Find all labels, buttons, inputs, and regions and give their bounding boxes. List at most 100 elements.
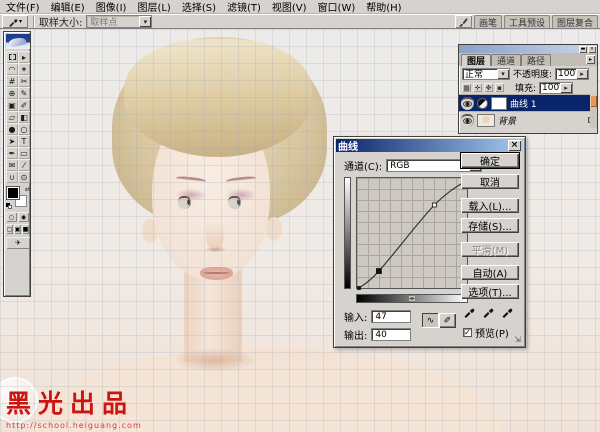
menu-edit[interactable]: 编辑(E) bbox=[51, 0, 85, 14]
fullscreen-button[interactable]: ■ bbox=[22, 224, 29, 234]
menu-file[interactable]: 文件(F) bbox=[6, 0, 40, 14]
tool-gradient[interactable]: ◧ bbox=[18, 111, 30, 123]
menu-image[interactable]: 图像(I) bbox=[96, 0, 127, 14]
lock-position-icon[interactable]: ✥ bbox=[484, 83, 493, 92]
cancel-button[interactable]: 取消 bbox=[461, 174, 519, 189]
tool-history-brush[interactable]: ✐ bbox=[18, 99, 30, 111]
lock-all-icon[interactable]: ▪ bbox=[495, 83, 504, 92]
channel-value: RGB bbox=[390, 161, 409, 171]
pencil-curve-tool-icon[interactable]: ✐ bbox=[439, 313, 456, 328]
sample-size-select[interactable]: 取样点 ▾ bbox=[86, 15, 152, 28]
portrait-eye bbox=[178, 196, 191, 209]
menu-layer[interactable]: 图层(L) bbox=[137, 0, 170, 14]
tool-hand[interactable]: ∪ bbox=[6, 171, 18, 183]
dialog-resize-grip-icon[interactable]: ⇲ bbox=[514, 335, 521, 344]
layers-panel-titlebar[interactable]: ▬ × bbox=[459, 45, 597, 53]
portrait-fringe-hair bbox=[124, 39, 312, 157]
lock-transparency-icon[interactable]: ▦ bbox=[462, 83, 471, 92]
default-colors-icon[interactable] bbox=[6, 203, 13, 210]
tool-clone-stamp[interactable]: ▣ bbox=[6, 99, 18, 111]
photoshop-feather-logo[interactable] bbox=[6, 34, 30, 49]
close-icon[interactable]: × bbox=[508, 140, 521, 151]
background-layer-thumbnail[interactable] bbox=[477, 114, 495, 127]
tool-notes[interactable]: ✉ bbox=[6, 159, 18, 171]
save-button[interactable]: 存储(S)... bbox=[461, 218, 519, 233]
tool-path-selection[interactable]: ➤ bbox=[6, 135, 18, 147]
tool-preset-picker[interactable]: ▾ bbox=[2, 15, 28, 28]
opacity-input[interactable]: 100% ▸ bbox=[555, 68, 589, 80]
curve-grid[interactable] bbox=[356, 177, 468, 289]
tool-slice[interactable]: ✂ bbox=[18, 75, 30, 87]
white-point-eyedropper-icon[interactable] bbox=[499, 304, 514, 319]
jump-to-imageready-button[interactable]: ✈ bbox=[6, 237, 30, 249]
tab-layers[interactable]: 图层 bbox=[461, 54, 491, 66]
foreground-color-swatch[interactable] bbox=[7, 187, 19, 199]
menu-window[interactable]: 窗口(W) bbox=[318, 0, 356, 14]
black-point-eyedropper-icon[interactable] bbox=[461, 304, 476, 319]
layers-panel: ▬ × 图层 通道 路径 ▸ 正常 ▾ 不透明度: 100% ▸ ▦ ✛ ✥ ▪… bbox=[458, 44, 598, 134]
preview-checkbox[interactable]: ✓ bbox=[463, 328, 472, 337]
scrollbar-thumb[interactable] bbox=[590, 95, 597, 107]
tool-move[interactable]: ▸ bbox=[18, 51, 30, 63]
portrait-neck bbox=[184, 267, 242, 362]
point-curve-tool-icon[interactable]: ∿ bbox=[422, 313, 439, 328]
tab-channels[interactable]: 通道 bbox=[491, 54, 521, 66]
tool-custom-shape[interactable]: ▭ bbox=[18, 147, 30, 159]
well-tab-brushes[interactable]: 画笔 bbox=[474, 15, 502, 28]
brush-palette-icon[interactable] bbox=[455, 15, 472, 28]
tool-type[interactable]: T bbox=[18, 135, 30, 147]
dodge-icon: ○ bbox=[21, 125, 28, 134]
tool-blur[interactable]: ● bbox=[6, 123, 18, 135]
tool-pen[interactable]: ✒ bbox=[6, 147, 18, 159]
gradient-flip-arrows-icon[interactable]: ◂▸ bbox=[409, 296, 415, 301]
ok-button[interactable]: 确定 bbox=[461, 153, 519, 168]
blend-mode-select[interactable]: 正常 ▾ bbox=[462, 68, 510, 80]
fill-input[interactable]: 100% ▸ bbox=[539, 82, 573, 94]
menu-filter[interactable]: 滤镜(T) bbox=[227, 0, 261, 14]
visibility-eye-icon[interactable] bbox=[461, 114, 474, 127]
layer-mask-thumbnail[interactable] bbox=[491, 97, 507, 110]
visibility-eye-icon[interactable] bbox=[461, 97, 474, 110]
gray-point-eyedropper-icon[interactable] bbox=[480, 304, 495, 319]
curve-svg bbox=[357, 178, 469, 290]
layer-row-background[interactable]: 背景 bbox=[459, 111, 597, 128]
menu-view[interactable]: 视图(V) bbox=[272, 0, 307, 14]
options-button[interactable]: 选项(T)... bbox=[461, 284, 519, 299]
fullscreen-menubar-button[interactable]: ▣ bbox=[14, 224, 21, 234]
layer-row-curves[interactable]: 曲线 1 bbox=[459, 94, 597, 111]
standard-screen-button[interactable]: ▢ bbox=[6, 224, 13, 234]
portrait-eye bbox=[228, 196, 241, 209]
tool-crop[interactable]: # bbox=[6, 75, 18, 87]
swap-colors-icon[interactable]: ⇄ bbox=[25, 186, 30, 193]
output-field[interactable]: 40 bbox=[371, 328, 411, 341]
menu-select[interactable]: 选择(S) bbox=[182, 0, 216, 14]
standard-mode-button[interactable]: ○ bbox=[6, 212, 17, 222]
well-tab-layer-comps[interactable]: 图层复合 bbox=[552, 15, 598, 28]
input-field[interactable]: 47 bbox=[371, 310, 411, 323]
tool-eraser[interactable]: ▱ bbox=[6, 111, 18, 123]
chevron-right-icon: ▸ bbox=[560, 83, 572, 93]
tool-dodge[interactable]: ○ bbox=[18, 123, 30, 135]
tab-paths[interactable]: 路径 bbox=[521, 54, 551, 66]
tool-healing-brush[interactable]: ⊕ bbox=[6, 87, 18, 99]
lock-pixels-icon[interactable]: ✛ bbox=[473, 83, 482, 92]
layers-scrollbar[interactable] bbox=[590, 94, 597, 128]
quick-mask-mode-button[interactable]: ◉ bbox=[18, 212, 29, 222]
tool-magic-wand[interactable]: ✶ bbox=[18, 63, 30, 75]
tool-brush[interactable]: ✎ bbox=[18, 87, 30, 99]
tool-eyedropper[interactable]: ⁄ bbox=[18, 159, 30, 171]
tool-rectangular-marquee[interactable] bbox=[6, 51, 18, 63]
load-button[interactable]: 载入(L)... bbox=[461, 198, 519, 213]
panel-menu-icon[interactable]: ▸ bbox=[586, 55, 595, 64]
layer-name[interactable]: 曲线 1 bbox=[510, 97, 537, 110]
tool-zoom[interactable]: ⊙ bbox=[18, 171, 30, 183]
curves-adjustment-thumbnail[interactable] bbox=[477, 98, 488, 109]
layer-name[interactable]: 背景 bbox=[498, 114, 516, 127]
tool-lasso[interactable]: ◠ bbox=[6, 63, 18, 75]
close-icon[interactable]: × bbox=[588, 46, 596, 53]
minimize-icon[interactable]: ▬ bbox=[579, 46, 587, 53]
well-tab-tool-presets[interactable]: 工具预设 bbox=[504, 15, 550, 28]
menu-help[interactable]: 帮助(H) bbox=[366, 0, 401, 14]
curves-dialog-titlebar[interactable]: 曲线 × bbox=[336, 139, 523, 152]
auto-button[interactable]: 自动(A) bbox=[461, 265, 519, 280]
